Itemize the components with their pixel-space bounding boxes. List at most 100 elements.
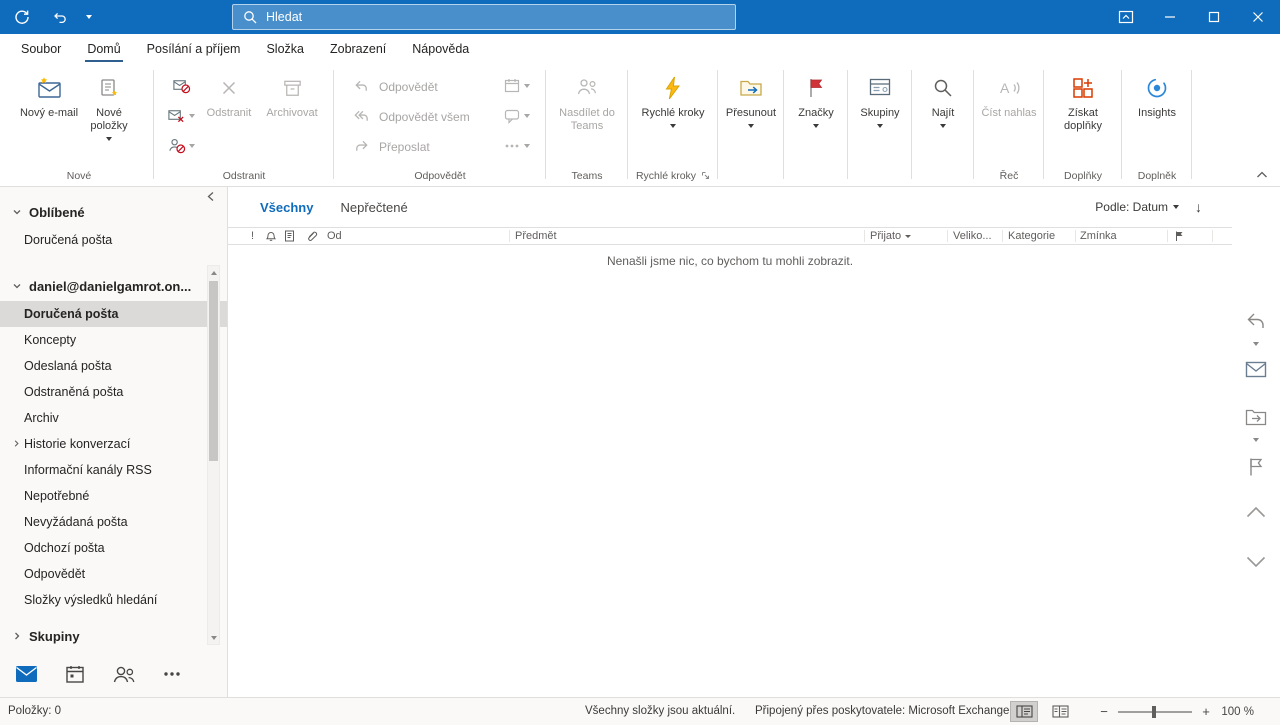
more-apps-icon[interactable] bbox=[163, 671, 181, 677]
maximize-button[interactable] bbox=[1192, 0, 1236, 34]
tags-button[interactable]: Značky bbox=[787, 65, 845, 128]
collapse-ribbon-button[interactable] bbox=[1256, 171, 1268, 179]
move-quick-icon[interactable] bbox=[1245, 407, 1267, 426]
dialog-launcher-icon[interactable] bbox=[701, 171, 710, 180]
im-reply-button[interactable] bbox=[503, 106, 530, 125]
tab-unread-mail[interactable]: Nepřečtené bbox=[340, 200, 407, 215]
undo-icon[interactable] bbox=[44, 0, 74, 34]
folder-rss[interactable]: Informační kanály RSS bbox=[0, 457, 227, 483]
search-box[interactable] bbox=[232, 4, 736, 30]
tab-zobrazeni[interactable]: Zobrazení bbox=[317, 34, 399, 63]
chevron-right-icon[interactable] bbox=[12, 439, 21, 448]
chevron-right-icon bbox=[12, 631, 22, 641]
insights-button[interactable]: Insights bbox=[1126, 65, 1188, 120]
find-button[interactable]: Najít bbox=[915, 65, 971, 128]
column-mention[interactable]: Zmínka bbox=[1080, 228, 1117, 244]
ribbon-display-options-icon[interactable] bbox=[1104, 0, 1148, 34]
close-button[interactable] bbox=[1236, 0, 1280, 34]
tab-domu[interactable]: Domů bbox=[74, 34, 133, 63]
column-importance[interactable]: ! bbox=[251, 228, 254, 244]
zoom-in-button[interactable]: + bbox=[1200, 704, 1212, 719]
more-respond-button[interactable] bbox=[503, 136, 530, 155]
account-header[interactable]: daniel@danielgamrot.on... bbox=[0, 271, 227, 301]
favorites-header[interactable]: Oblíbené bbox=[0, 197, 227, 227]
column-size[interactable]: Veliko... bbox=[953, 228, 992, 244]
reply-quick-icon[interactable] bbox=[1245, 311, 1267, 331]
tab-posilani-a-prijem[interactable]: Posílání a příjem bbox=[134, 34, 254, 63]
junk-button[interactable] bbox=[167, 136, 195, 155]
next-item-icon[interactable] bbox=[1245, 555, 1267, 569]
collapse-folder-pane-icon[interactable] bbox=[206, 191, 215, 202]
folder-deleted[interactable]: Odstraněná pošta bbox=[0, 379, 227, 405]
read-aloud-button[interactable]: A Číst nahlas bbox=[978, 65, 1040, 120]
tab-napoveda[interactable]: Nápověda bbox=[399, 34, 482, 63]
scroll-down-icon[interactable] bbox=[208, 631, 219, 644]
folder-clutter[interactable]: Nepotřebné bbox=[0, 483, 227, 509]
folder-junk[interactable]: Nevyžádaná pošta bbox=[0, 509, 227, 535]
new-items-button[interactable]: Nové položky bbox=[79, 65, 139, 141]
reading-view-button[interactable] bbox=[1046, 701, 1074, 722]
mail-nav-icon[interactable] bbox=[15, 665, 38, 683]
previous-item-icon[interactable] bbox=[1245, 505, 1267, 519]
sync-status-icon[interactable] bbox=[0, 0, 44, 34]
zoom-slider-handle[interactable] bbox=[1152, 705, 1156, 718]
zoom-slider[interactable] bbox=[1118, 705, 1192, 718]
forward-button[interactable]: Přeposlat bbox=[347, 137, 499, 156]
sort-direction-button[interactable]: ↓ bbox=[1195, 199, 1202, 215]
new-email-button[interactable]: Nový e-mail bbox=[19, 65, 79, 120]
people-nav-icon[interactable] bbox=[112, 664, 136, 684]
item-type-icon[interactable] bbox=[284, 228, 295, 244]
meeting-reply-button[interactable] bbox=[503, 76, 530, 95]
get-addins-button[interactable]: Získat doplňky bbox=[1050, 65, 1116, 133]
share-to-teams-button[interactable]: Nasdílet do Teams bbox=[551, 65, 623, 133]
cleanup-button[interactable] bbox=[167, 106, 195, 125]
mark-read-icon[interactable] bbox=[1245, 361, 1267, 378]
folder-outbox[interactable]: Odchozí pošta bbox=[0, 535, 227, 561]
folder-archive[interactable]: Archiv bbox=[0, 405, 227, 431]
folder-pane-scrollbar[interactable] bbox=[207, 265, 220, 645]
column-received[interactable]: Přijato bbox=[870, 228, 912, 244]
zoom-out-button[interactable]: − bbox=[1098, 704, 1110, 719]
scrollbar-thumb[interactable] bbox=[209, 281, 218, 461]
quick-steps-button[interactable]: Rychlé kroky bbox=[640, 65, 706, 128]
folder-sent[interactable]: Odeslaná pošta bbox=[0, 353, 227, 379]
delete-button[interactable]: Odstranit bbox=[198, 65, 260, 120]
folder-replied[interactable]: Odpovědět bbox=[0, 561, 227, 587]
folder-inbox[interactable]: Doručená pošta bbox=[0, 301, 227, 327]
column-from[interactable]: Od bbox=[327, 228, 342, 244]
ignore-button[interactable] bbox=[172, 76, 191, 95]
reply-all-button[interactable]: Odpovědět všem bbox=[347, 107, 499, 126]
archive-button[interactable]: Archivovat bbox=[260, 65, 324, 120]
favorite-inbox[interactable]: Doručená pošta bbox=[0, 227, 227, 253]
column-category[interactable]: Kategorie bbox=[1008, 228, 1055, 244]
tab-soubor[interactable]: Soubor bbox=[8, 34, 74, 63]
move-folder-icon bbox=[738, 72, 764, 104]
customize-quick-access-icon[interactable] bbox=[74, 0, 104, 34]
move-button[interactable]: Přesunout bbox=[721, 65, 781, 128]
search-input[interactable] bbox=[266, 10, 725, 24]
calendar-nav-icon[interactable] bbox=[65, 664, 85, 684]
zoom-level[interactable]: 100 % bbox=[1220, 706, 1254, 718]
reply-button[interactable]: Odpovědět bbox=[347, 77, 499, 96]
reminder-bell-icon[interactable] bbox=[265, 228, 277, 244]
flag-quick-icon[interactable] bbox=[1247, 457, 1265, 477]
tags-label: Značky bbox=[798, 107, 834, 119]
attachment-icon[interactable] bbox=[306, 228, 318, 244]
new-items-label: Nové položky bbox=[90, 107, 128, 132]
groups-header[interactable]: Skupiny bbox=[0, 621, 227, 651]
folder-conversation-history[interactable]: Historie konverzací bbox=[0, 431, 227, 457]
minimize-button[interactable] bbox=[1148, 0, 1192, 34]
normal-view-button[interactable] bbox=[1010, 701, 1038, 722]
chevron-down-icon[interactable] bbox=[1253, 431, 1259, 445]
groups-button[interactable]: Skupiny bbox=[851, 65, 909, 128]
delete-label: Odstranit bbox=[206, 107, 252, 119]
flag-column-icon[interactable] bbox=[1174, 228, 1185, 244]
column-subject[interactable]: Předmět bbox=[515, 228, 557, 244]
tab-all-mail[interactable]: Všechny bbox=[260, 200, 313, 215]
folder-drafts[interactable]: Koncepty bbox=[0, 327, 227, 353]
chevron-down-icon[interactable] bbox=[1253, 335, 1259, 349]
sort-by-button[interactable]: Podle: Datum bbox=[1095, 200, 1179, 214]
folder-search-folders[interactable]: Složky výsledků hledání bbox=[0, 587, 227, 613]
scroll-up-icon[interactable] bbox=[208, 266, 219, 279]
tab-slozka[interactable]: Složka bbox=[253, 34, 317, 63]
